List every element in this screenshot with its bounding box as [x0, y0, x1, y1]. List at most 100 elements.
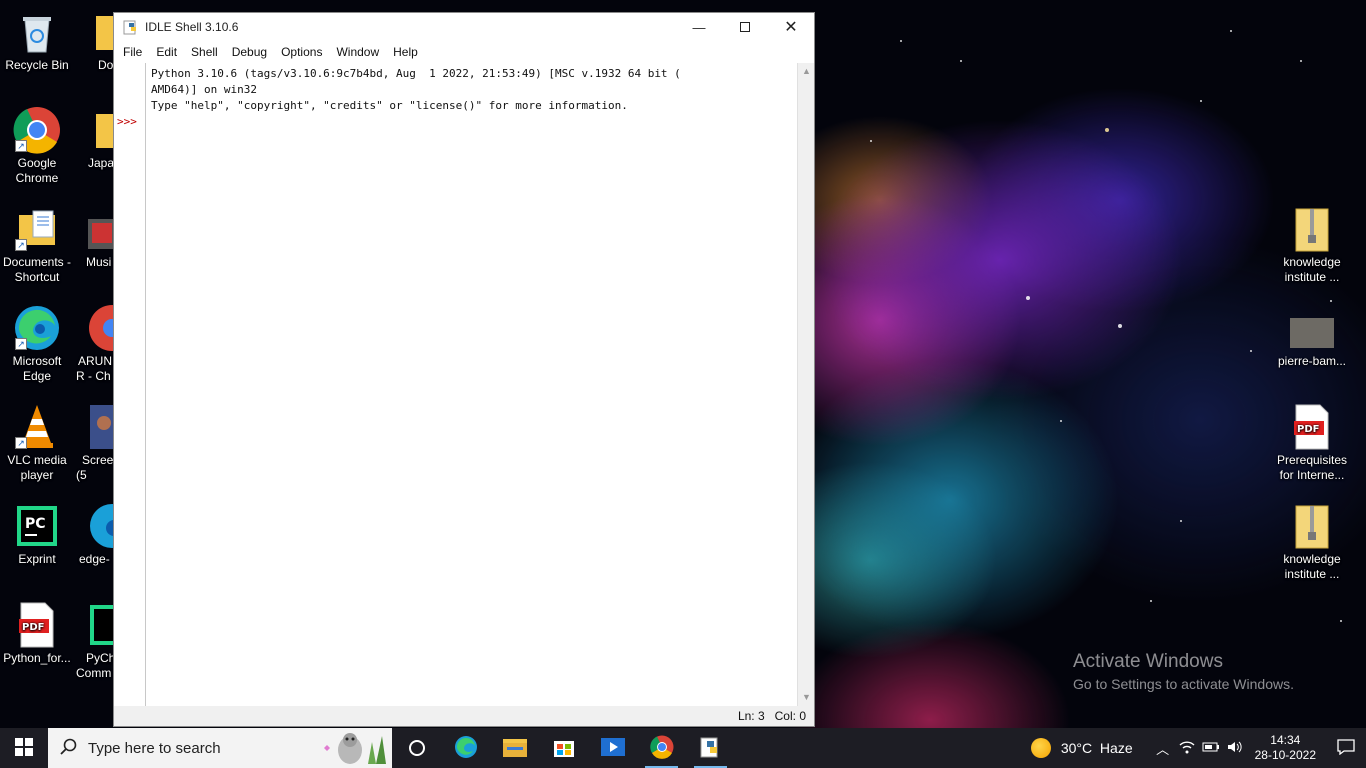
desktop-icon-label: Exprint [18, 552, 56, 566]
desktop-icon-partial[interactable]: Musi [76, 205, 116, 270]
desktop-icon-partial[interactable]: PyCh Comm [76, 601, 116, 681]
zip-folder-icon [1288, 205, 1336, 253]
desktop-icon-python-pdf[interactable]: PDF Python_for... [0, 601, 74, 666]
desktop-icon-label: VLC media player [7, 453, 67, 482]
idle-shell-window: IDLE Shell 3.10.6 — ✕ File Edit Shell De… [113, 12, 815, 727]
taskbar-microsoft-store[interactable] [539, 728, 588, 768]
start-button[interactable] [0, 728, 48, 768]
image-thumbnail-icon [1288, 304, 1336, 352]
desktop-icon-label: knowledge institute ... [1283, 552, 1341, 581]
task-view-button[interactable] [392, 728, 441, 768]
scroll-up-icon[interactable]: ▲ [798, 63, 815, 80]
menu-options[interactable]: Options [274, 41, 329, 63]
video-player-icon [600, 736, 625, 761]
desktop-icon-label: Python_for... [3, 651, 71, 665]
prompt-gutter: >>> [114, 63, 146, 706]
svg-text:PDF: PDF [22, 622, 44, 633]
shell-editor: >>> Python 3.10.6 (tags/v3.10.6:9c7b4bd,… [114, 63, 814, 706]
desktop-icon-partial[interactable]: Do [76, 8, 116, 73]
taskbar-edge[interactable] [441, 728, 490, 768]
desktop-icon-label: ARUN R - Ch [76, 354, 113, 383]
desktop-icon-knowledge-zip-2[interactable]: knowledge institute ... [1275, 502, 1349, 582]
desktop-icon-exprint[interactable]: PC Exprint [0, 502, 74, 567]
pdf-icon: PDF [1288, 403, 1336, 451]
vlc-cone-icon: ↗ [13, 403, 61, 451]
python-idle-icon [699, 735, 723, 762]
zip-folder-icon [1288, 502, 1336, 550]
title-bar[interactable]: IDLE Shell 3.10.6 — ✕ [114, 13, 814, 41]
taskbar-chrome[interactable] [637, 728, 686, 768]
taskbar-file-explorer[interactable] [490, 728, 539, 768]
status-bar: Ln: 3 Col: 0 [114, 706, 814, 726]
folder-icon: ↗ [13, 205, 61, 253]
shell-text-area[interactable]: Python 3.10.6 (tags/v3.10.6:9c7b4bd, Aug… [147, 63, 797, 706]
taskbar-video-app[interactable] [588, 728, 637, 768]
chrome-icon [88, 304, 116, 352]
search-placeholder: Type here to search [88, 739, 221, 757]
pdf-icon: PDF [13, 601, 61, 649]
desktop-icon-documents-shortcut[interactable]: ↗ Documents - Shortcut [0, 205, 74, 285]
desktop-icon-recycle-bin[interactable]: Recycle Bin [0, 8, 74, 73]
desktop-icon-partial[interactable]: edge- [76, 502, 116, 567]
status-line: Ln: 3 [737, 709, 765, 723]
desktop-icon-microsoft-edge[interactable]: ↗ Microsoft Edge [0, 304, 74, 384]
desktop-icon-knowledge-zip-1[interactable]: knowledge institute ... [1275, 205, 1349, 285]
weather-widget[interactable]: 30°C Haze [1030, 738, 1133, 758]
music-folder-icon [88, 205, 116, 253]
desktop-icon-label: pierre-bam... [1277, 354, 1347, 368]
desktop-icon-label: Japa [88, 156, 115, 170]
search-highlight-art-icon [312, 728, 392, 768]
desktop-icon-pierre-bam[interactable]: pierre-bam... [1275, 304, 1349, 369]
desktop-icon-partial[interactable]: Scree (5 [76, 403, 116, 483]
shortcut-arrow-icon: ↗ [15, 140, 27, 152]
recycle-bin-icon [13, 8, 61, 56]
window-title: IDLE Shell 3.10.6 [145, 20, 239, 34]
wifi-icon[interactable] [1175, 740, 1199, 757]
svg-text:PDF: PDF [1297, 424, 1319, 435]
taskbar-search-box[interactable]: Type here to search [48, 728, 392, 768]
desktop-icon-label: knowledge institute ... [1283, 255, 1341, 284]
desktop-icon-vlc[interactable]: ↗ VLC media player [0, 403, 74, 483]
activate-title: Activate Windows [1073, 651, 1223, 672]
menu-debug[interactable]: Debug [225, 41, 274, 63]
desktop-icon-google-chrome[interactable]: ↗ Google Chrome [0, 106, 74, 186]
menu-help[interactable]: Help [386, 41, 425, 63]
menu-bar: File Edit Shell Debug Options Window Hel… [114, 41, 814, 63]
close-button[interactable]: ✕ [768, 13, 814, 41]
desktop-icon-label: PyCh Comm [76, 651, 116, 680]
chevron-up-icon[interactable]: ︿ [1151, 739, 1175, 758]
edge-icon: ↗ [13, 304, 61, 352]
desktop-icon-label: Documents - Shortcut [2, 255, 72, 284]
volume-icon[interactable] [1223, 740, 1247, 757]
desktop-icon-label: Prerequisites for Interne... [1276, 453, 1348, 482]
maximize-button[interactable] [722, 13, 768, 41]
battery-icon[interactable] [1199, 741, 1223, 756]
shell-prompt: >>> [117, 115, 137, 128]
python-idle-icon [123, 19, 139, 35]
scroll-down-icon[interactable]: ▼ [798, 689, 815, 706]
menu-shell[interactable]: Shell [184, 41, 225, 63]
menu-edit[interactable]: Edit [149, 41, 184, 63]
chrome-icon [649, 735, 674, 762]
activate-subtitle: Go to Settings to activate Windows. [1073, 676, 1294, 692]
desktop-icon-label: Microsoft Edge [12, 354, 62, 383]
notification-icon [1337, 738, 1355, 758]
taskbar-clock[interactable]: 14:34 28-10-2022 [1255, 733, 1316, 763]
desktop-icon-partial[interactable]: ARUN R - Ch [76, 304, 116, 384]
minimize-button[interactable]: — [676, 13, 722, 41]
edge-icon [88, 502, 116, 550]
menu-window[interactable]: Window [329, 41, 386, 63]
menu-file[interactable]: File [116, 41, 149, 63]
taskbar-python-idle[interactable] [686, 728, 735, 768]
status-col: Col: 0 [774, 709, 806, 723]
desktop-icon-prerequisites-pdf[interactable]: PDF Prerequisites for Interne... [1275, 403, 1349, 483]
shortcut-arrow-icon: ↗ [15, 239, 27, 251]
desktop-icon-partial[interactable]: Japa [76, 106, 116, 171]
desktop-icon-label: Scree (5 [76, 453, 114, 482]
maximize-icon [740, 22, 750, 32]
taskbar: Type here to search 30°C Haze ︿ 14:34 28… [0, 728, 1366, 768]
weather-text: 30°C Haze [1060, 740, 1133, 756]
vertical-scrollbar[interactable]: ▲ ▼ [797, 63, 814, 706]
desktop-icon-label: Musi [86, 255, 112, 269]
notification-center-button[interactable] [1326, 728, 1366, 768]
